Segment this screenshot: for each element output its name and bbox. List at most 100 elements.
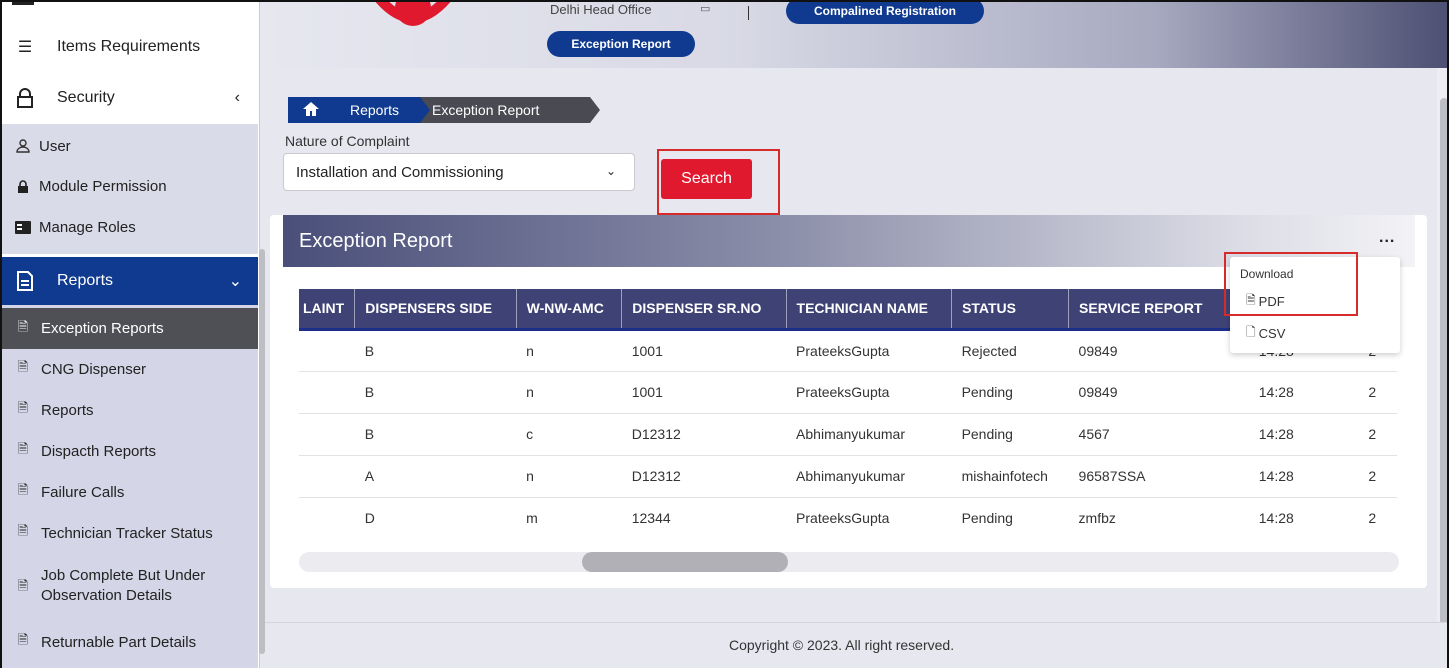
table-row: B c D12312 Abhimanyukumar Pending 4567 1… [299,413,1397,456]
table-cell: c [516,413,622,456]
sidebar-item-user[interactable]: User [2,126,258,166]
table-cell [299,497,355,539]
sidebar-item-label: Job Complete But Under Observation Detai… [41,567,206,604]
table-cell: Abhimanyukumar [786,413,952,456]
file-icon: 🗎 [17,400,29,415]
sidebar-item-job-complete[interactable]: 🗎 Job Complete But Under Observation Det… [2,556,258,616]
table-cell: n [516,329,622,372]
table-row: B n 1001 PrateeksGupta Pending 09849 14:… [299,371,1397,414]
column-header[interactable]: DISPENSER SR.NO [621,289,787,331]
table-cell: 2 [1358,455,1397,498]
table-row: A n D12312 Abhimanyukumar mishainfotech … [299,455,1397,498]
breadcrumb-home[interactable] [288,97,344,123]
page-scrollbar[interactable] [1437,68,1447,668]
home-icon [303,101,319,119]
sidebar-item-returnable-part[interactable]: 🗎 Returnable Part Details [2,622,258,662]
table-cell: D12312 [621,455,787,498]
sidebar-item-manage-roles[interactable]: Manage Roles [2,207,258,247]
breadcrumb-label: Exception Report [432,102,540,118]
column-header[interactable]: LAINT [299,289,356,331]
list-icon: ☰ [17,39,33,56]
column-header[interactable]: DISPENSERS SIDE [354,289,517,331]
pdf-icon: 🗎 [17,441,29,456]
table-cell: 14:28 [1248,455,1359,498]
company-logo [375,2,451,26]
table-cell: 1001 [621,371,787,414]
table-cell: B [354,371,517,414]
breadcrumb-reports[interactable]: Reports [334,97,430,123]
chevron-left-icon: ‹ [234,89,240,106]
top-header: Delhi Head Office ▭ Compalined Registrat… [265,2,1447,68]
app-frame: ☰ Items Requirements Security ‹ User Mod… [0,0,1449,668]
office-name: Delhi Head Office [550,2,652,17]
menu-toggle[interactable] [2,2,258,10]
search-button[interactable]: Search [661,159,752,199]
table-cell: 12344 [621,497,787,539]
download-csv-option[interactable]: 🗋 CSV [1246,323,1285,344]
sidebar-item-dispatch-reports[interactable]: 🗎 Dispacth Reports [2,431,258,471]
user-icon [15,139,31,153]
copyright-text: Copyright © 2023. All right reserved. [729,637,955,653]
breadcrumb-current: Exception Report [420,97,600,123]
nature-of-complaint-select[interactable]: Installation and Commissioning ⌄ [283,153,635,191]
column-header[interactable]: STATUS [951,289,1070,331]
table-cell: A [354,455,517,498]
sidebar-item-technician-tracker[interactable]: 🗎 Technician Tracker Status [2,513,258,553]
footer: Copyright © 2023. All right reserved. [265,622,1447,668]
table-cell: PrateeksGupta [786,329,952,372]
breadcrumb-label: Reports [350,102,400,118]
sidebar-item-cng-dispenser[interactable]: 🗎 CNG Dispenser [2,349,258,389]
document-icon: ▭ [700,3,711,15]
complained-registration-button[interactable]: Compalined Registration [786,2,984,24]
table-horizontal-scrollbar[interactable] [299,552,1399,572]
sidebar-item-reports-sub[interactable]: 🗎 Reports [2,390,258,430]
sidebar-item-label: Returnable Part Details [41,633,197,651]
select-value: Installation and Commissioning [296,163,504,181]
sidebar-item-failure-calls[interactable]: 🗎 Failure Calls [2,472,258,512]
sidebar-item-items-requirements[interactable]: ☰ Items Requirements [2,27,258,67]
sidebar-item-module-permission[interactable]: Module Permission [2,166,258,206]
table-cell [299,329,355,372]
sidebar-item-label: Module Permission [39,177,167,195]
table-cell: 2 [1358,497,1397,539]
column-header[interactable]: TECHNICIAN NAME [786,289,953,331]
table-cell: zmfbz [1068,497,1249,539]
sidebar-item-label: Dispacth Reports [41,442,157,460]
table-cell: Pending [951,413,1069,456]
table-cell: 14:28 [1248,497,1359,539]
lock-filled-icon [15,179,31,193]
table-cell: 2 [1358,371,1397,414]
table-cell: 1001 [621,329,787,372]
table-cell: Pending [951,371,1069,414]
exception-report-button[interactable]: Exception Report [547,31,695,57]
report-icon [14,271,36,291]
page-scrollbar-thumb[interactable] [1440,98,1447,658]
table-cell: PrateeksGupta [786,371,952,414]
table-cell: Pending [951,497,1069,539]
sidebar-item-exception-reports[interactable]: 🗎 Exception Reports [2,308,258,349]
sidebar-item-label: Reports [41,401,94,419]
sidebar: ☰ Items Requirements Security ‹ User Mod… [2,2,260,668]
pdf-icon: 🗎 [17,318,29,334]
sidebar-item-label: User [39,137,71,155]
sidebar-item-security[interactable]: Security ‹ [2,78,258,118]
nature-of-complaint-label: Nature of Complaint [285,133,410,149]
table-cell: Abhimanyukumar [786,455,952,498]
reports-submenu: 🗎 Exception Reports 🗎 CNG Dispenser 🗎 Re… [2,305,258,668]
table-scrollbar-thumb[interactable] [582,552,788,572]
table-cell: D [354,497,517,539]
chevron-down-icon: ⌄ [605,164,616,178]
table-cell: n [516,455,622,498]
pdf-icon: 🗎 [17,523,29,538]
column-header[interactable]: SERVICE REPORT [1068,289,1250,331]
table-cell: mishainfotech [951,455,1069,498]
file-icon: 🗋 [1246,325,1256,339]
hamburger-icon[interactable] [12,2,34,5]
breadcrumb-arrow [590,97,600,123]
table-cell: Rejected [951,329,1069,372]
breadcrumb-arrow [334,97,344,123]
sidebar-item-reports[interactable]: Reports ⌄ [2,257,258,305]
sidebar-item-label: Items Requirements [57,38,201,55]
column-header[interactable]: W-NW-AMC [516,289,623,331]
more-options-icon[interactable]: ... [1379,229,1395,247]
